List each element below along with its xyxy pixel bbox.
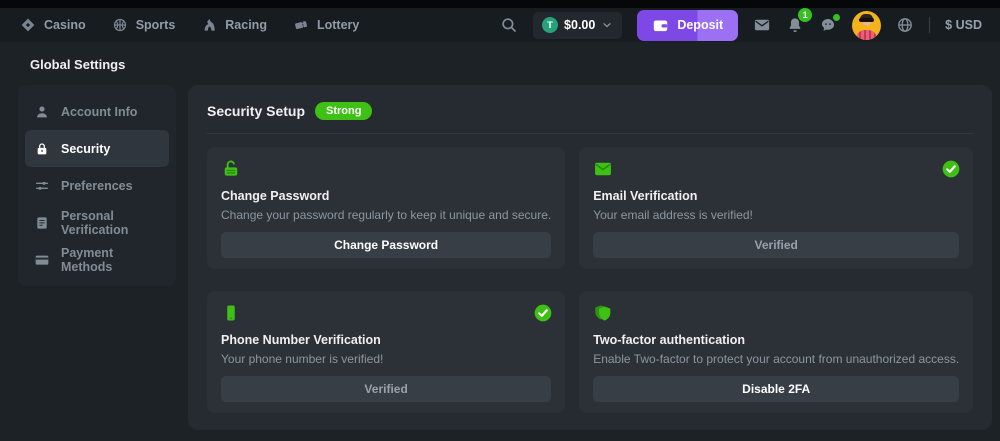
security-cards-grid: Change Password Change your password reg… [207,147,973,413]
casino-icon [20,17,36,33]
sidebar-item-security[interactable]: Security [25,130,169,167]
top-navigation-bar: Casino Sports Racing Lottery T $0.00 Dep… [0,8,1000,42]
chat-button[interactable] [819,16,837,34]
balance-selector[interactable]: T $0.00 [533,12,622,39]
search-button[interactable] [500,16,518,34]
mail-icon [753,16,771,34]
panel-divider [207,133,973,134]
card-title: Phone Number Verification [221,333,551,347]
verified-check-icon [533,303,553,323]
main-nav: Casino Sports Racing Lottery [20,17,359,33]
window-top-strip [0,0,1000,8]
tether-coin-icon: T [542,17,558,33]
avatar-sunglasses [859,18,874,22]
deposit-label: Deposit [677,18,723,32]
card-description: Change your password regularly to keep i… [221,208,551,222]
settings-sidebar: Account Info Security Preferences Person… [18,85,176,286]
sidebar-item-label: Account Info [61,105,137,119]
deposit-button[interactable]: Deposit [637,10,738,41]
globe-icon [896,16,914,34]
card-description: Your email address is verified! [593,208,959,222]
nav-item-casino[interactable]: Casino [20,17,86,33]
messages-button[interactable] [753,16,771,34]
card-description: Your phone number is verified! [221,352,551,366]
security-setup-panel: Security Setup Strong Change Password Ch… [188,85,992,430]
envelope-icon [593,159,613,179]
email-verified-button[interactable]: Verified [593,232,959,258]
two-factor-card: Two-factor authentication Enable Two-fac… [579,291,973,413]
open-lock-icon [221,159,241,179]
lottery-icon [293,17,309,33]
phone-icon [221,303,241,323]
email-verification-card: Email Verification Your email address is… [579,147,973,269]
sidebar-item-label: Payment Methods [61,246,160,274]
shield-icon [593,303,613,323]
avatar-shirt [856,30,877,40]
racing-icon [201,17,217,33]
settings-page: Global Settings Account Info Security Pr… [0,57,1000,430]
card-title: Email Verification [593,189,959,203]
sidebar-item-personal-verification[interactable]: Personal Verification [25,204,169,241]
page-title: Global Settings [30,57,975,72]
user-icon [34,104,50,120]
sidebar-item-payment-methods[interactable]: Payment Methods [25,241,169,278]
nav-item-racing[interactable]: Racing [201,17,267,33]
card-title: Two-factor authentication [593,333,959,347]
avatar-face [863,22,871,26]
nav-label: Racing [225,18,267,32]
nav-item-lottery[interactable]: Lottery [293,17,359,33]
search-icon [500,16,518,34]
chevron-down-icon [601,19,613,31]
user-avatar[interactable] [852,11,881,40]
nav-label: Sports [136,18,176,32]
disable-2fa-button[interactable]: Disable 2FA [593,376,959,402]
sidebar-item-account-info[interactable]: Account Info [25,93,169,130]
language-button[interactable] [896,16,914,34]
card-title: Change Password [221,189,551,203]
topbar-divider [929,17,930,33]
verified-check-icon [941,159,961,179]
sidebar-item-preferences[interactable]: Preferences [25,167,169,204]
notifications-button[interactable]: 1 [786,16,804,34]
nav-label: Lottery [317,18,359,32]
topbar-right: T $0.00 Deposit 1 $ USD [500,10,982,41]
document-icon [34,215,50,231]
security-strength-badge: Strong [315,102,372,120]
credit-card-icon [34,252,50,268]
sidebar-item-label: Security [61,142,110,156]
sidebar-item-label: Personal Verification [61,209,160,237]
change-password-card: Change Password Change your password reg… [207,147,565,269]
balance-amount: $0.00 [564,18,595,32]
nav-item-sports[interactable]: Sports [112,17,176,33]
phone-verification-card: Phone Number Verification Your phone num… [207,291,565,413]
notification-count-badge: 1 [798,8,812,22]
change-password-button[interactable]: Change Password [221,232,551,258]
phone-verified-button[interactable]: Verified [221,376,551,402]
wallet-icon [652,17,669,34]
chat-online-dot [833,14,840,21]
lock-icon [34,141,50,157]
sliders-icon [34,178,50,194]
nav-label: Casino [44,18,86,32]
currency-selector[interactable]: $ USD [945,18,982,32]
card-description: Enable Two-factor to protect your accoun… [593,352,959,366]
panel-title: Security Setup [207,103,305,119]
sidebar-item-label: Preferences [61,179,133,193]
sports-icon [112,17,128,33]
